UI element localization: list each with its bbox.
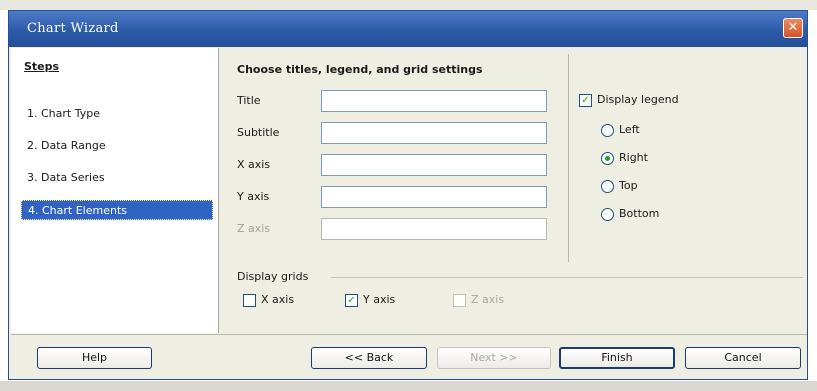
legend-bottom-label: Bottom	[619, 207, 660, 220]
close-icon[interactable]: ✕	[783, 18, 803, 38]
step-chart-type[interactable]: 1. Chart Type	[21, 104, 213, 124]
next-button: Next >>	[437, 347, 551, 369]
legend-left-radio[interactable]	[601, 124, 614, 137]
step-data-series[interactable]: 3. Data Series	[21, 168, 213, 188]
title-label: Title	[237, 94, 261, 107]
display-legend-label: Display legend	[597, 93, 679, 106]
y-axis-label: Y axis	[237, 190, 270, 203]
x-axis-grid-label: X axis	[261, 293, 295, 306]
x-axis-input[interactable]	[321, 154, 547, 176]
steps-header: Steps	[24, 60, 60, 73]
back-button[interactable]: << Back	[311, 347, 427, 369]
z-axis-grid-checkbox	[453, 294, 466, 307]
button-bar-separator	[11, 334, 807, 335]
window-title: Chart Wizard	[27, 21, 119, 36]
legend-top-label: Top	[619, 179, 638, 192]
background-window-strip-bottom	[0, 381, 817, 391]
chart-wizard-dialog: Chart Wizard ✕ Steps 1. Chart Type 2. Da…	[8, 10, 808, 380]
background-window-strip-top	[0, 0, 817, 10]
help-button[interactable]: Help	[37, 347, 152, 369]
step-chart-elements[interactable]: 4. Chart Elements	[21, 200, 213, 220]
z-axis-input	[321, 218, 547, 240]
radio-selected-dot	[605, 156, 610, 161]
subtitle-label: Subtitle	[237, 126, 280, 139]
title-bar[interactable]: Chart Wizard ✕	[9, 11, 807, 47]
steps-panel: Steps 1. Chart Type 2. Data Range 3. Dat…	[11, 48, 219, 333]
grids-separator	[331, 277, 803, 278]
legend-top-radio[interactable]	[601, 180, 614, 193]
display-legend-checkbox[interactable]: ✓	[579, 94, 592, 107]
y-axis-input[interactable]	[321, 186, 547, 208]
content-header: Choose titles, legend, and grid settings	[237, 63, 483, 76]
legend-bottom-radio[interactable]	[601, 208, 614, 221]
subtitle-input[interactable]	[321, 122, 547, 144]
legend-left-label: Left	[619, 123, 640, 136]
legend-right-label: Right	[619, 151, 648, 164]
step-data-range[interactable]: 2. Data Range	[21, 136, 213, 156]
chart-elements-content: Choose titles, legend, and grid settings…	[221, 48, 805, 333]
legend-right-radio[interactable]	[601, 152, 614, 165]
title-input[interactable]	[321, 90, 547, 112]
z-axis-label: Z axis	[237, 222, 271, 235]
display-grids-label: Display grids	[237, 270, 309, 283]
x-axis-grid-checkbox[interactable]	[243, 294, 256, 307]
z-axis-grid-label: Z axis	[471, 293, 505, 306]
legend-separator	[568, 54, 569, 262]
finish-button[interactable]: Finish	[559, 347, 675, 369]
y-axis-grid-checkbox[interactable]: ✓	[345, 294, 358, 307]
cancel-button[interactable]: Cancel	[685, 347, 801, 369]
x-axis-label: X axis	[237, 158, 271, 171]
y-axis-grid-label: Y axis	[363, 293, 396, 306]
